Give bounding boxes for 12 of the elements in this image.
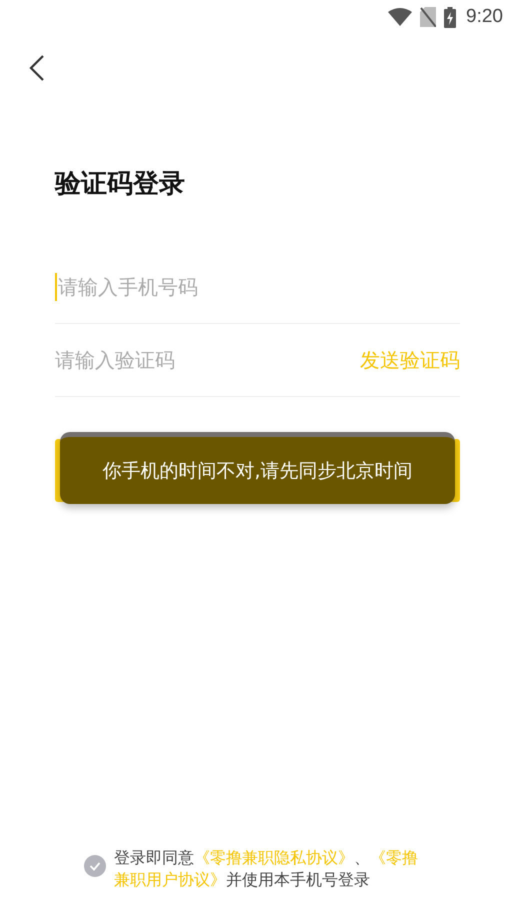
send-code-link[interactable]: 发送验证码 [360,346,460,374]
agreement-text: 登录即同意《零撸兼职隐私协议》、《零撸兼职用户协议》并使用本手机号登录 [114,847,419,891]
agree-checkbox[interactable] [84,855,106,877]
input-field[interactable]: 请输入手机号码 [55,267,460,307]
page-title: 验证码登录 [55,168,185,201]
time-sync-toast: 你手机的时间不对,请先同步北京时间 [60,432,455,504]
status-time: 9:20 [466,6,503,28]
no-sim-icon [420,7,436,27]
input-field[interactable]: 请输入验证码 [55,340,360,380]
back-icon[interactable] [29,54,45,82]
battery-charging-icon [444,6,456,28]
wifi-icon [388,8,412,26]
